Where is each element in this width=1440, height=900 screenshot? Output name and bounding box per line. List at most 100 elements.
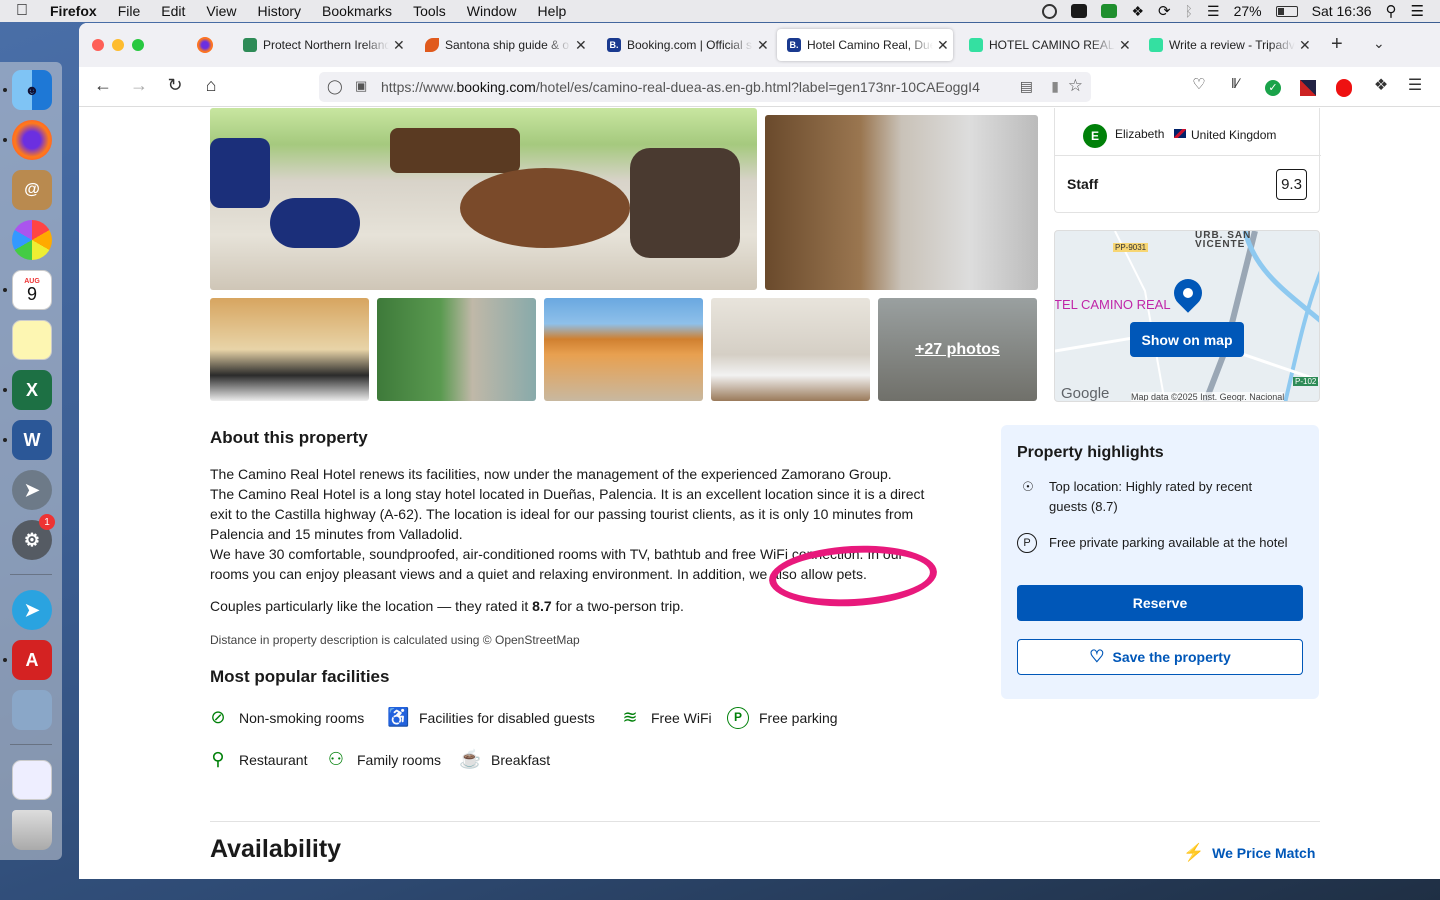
list-tabs-chevron-down-icon[interactable]: ⌄: [1373, 35, 1385, 52]
spotlight-search-icon[interactable]: ⚲: [1386, 2, 1397, 20]
bluetooth-icon[interactable]: ᛒ: [1185, 3, 1193, 19]
tab-booking-official[interactable]: B. Booking.com | Official s ✕: [597, 29, 769, 61]
tab-title: Protect Northern Ireland: [263, 38, 389, 52]
highlight-location: ☉ Top location: Highly rated by recent gu…: [1017, 477, 1307, 517]
facility-restaurant: ⚲ Restaurant: [207, 749, 307, 770]
firefox-icon[interactable]: [12, 120, 52, 160]
tab-santona-ship-guide[interactable]: Santona ship guide & o ✕: [415, 29, 587, 61]
chat-icon[interactable]: [1101, 4, 1118, 18]
couples-rating-text: Couples particularly like the location —…: [210, 598, 684, 614]
tab-title: Write a review - Tripadv: [1169, 38, 1295, 52]
booking-favicon-icon: B.: [607, 38, 621, 52]
extension-flag-icon[interactable]: [1300, 80, 1316, 96]
close-window-button[interactable]: [92, 39, 104, 51]
menu-view[interactable]: View: [206, 3, 236, 19]
minimize-window-button[interactable]: [112, 39, 124, 51]
pocket-icon[interactable]: ♡: [1187, 75, 1211, 93]
reviewer-country: United Kingdom: [1191, 128, 1277, 142]
reserve-button[interactable]: Reserve: [1017, 585, 1303, 621]
tab-hotel-camino-real-tripadvisor[interactable]: HOTEL CAMINO REAL - ✕: [959, 29, 1131, 61]
availability-heading: Availability: [210, 835, 342, 863]
acrobat-icon[interactable]: A: [12, 640, 52, 680]
gallery-thumb-terrace[interactable]: [544, 298, 703, 401]
wifi-icon[interactable]: ☰: [1207, 3, 1220, 20]
gallery-room-photo[interactable]: [765, 115, 1038, 290]
menu-bookmarks[interactable]: Bookmarks: [322, 3, 392, 19]
menu-window[interactable]: Window: [467, 3, 517, 19]
notes-icon[interactable]: [12, 320, 52, 360]
new-tab-plus-icon[interactable]: +: [1331, 33, 1343, 56]
zoom-window-button[interactable]: [132, 39, 144, 51]
gallery-thumb-bedroom[interactable]: [711, 298, 870, 401]
calendar-day: 9: [26, 283, 37, 304]
facility-free-parking: P Free parking: [727, 707, 838, 729]
dropbox-icon[interactable]: ❖: [1131, 3, 1144, 20]
gallery-more-photos[interactable]: +27 photos: [878, 298, 1037, 401]
library-icon[interactable]: ‖∕: [1223, 75, 1247, 91]
calendar-icon[interactable]: AUG 9: [12, 270, 52, 310]
telegram-icon[interactable]: ➤: [12, 590, 52, 630]
tab-protect-northern-ireland[interactable]: Protect Northern Ireland ✕: [233, 29, 405, 61]
b-app-icon[interactable]: [1071, 4, 1088, 18]
menu-history[interactable]: History: [257, 3, 301, 19]
gallery-thumb-bar[interactable]: [210, 298, 369, 401]
parking-icon: P: [1017, 533, 1037, 553]
firefox-view-icon[interactable]: [197, 37, 213, 53]
back-arrow-icon[interactable]: ←: [91, 75, 115, 96]
apple-icon[interactable]: : [16, 2, 36, 20]
close-tab-icon[interactable]: ✕: [393, 37, 405, 54]
gallery-main-photo[interactable]: [210, 108, 757, 290]
time-machine-icon[interactable]: ⟳: [1158, 2, 1171, 20]
reader-view-icon[interactable]: ▤: [1020, 78, 1033, 95]
excel-icon[interactable]: X: [12, 370, 52, 410]
opera-vpn-icon[interactable]: [1336, 79, 1352, 97]
home-icon[interactable]: ⌂: [199, 75, 223, 96]
clock[interactable]: Sat 16:36: [1312, 3, 1372, 19]
close-tab-icon[interactable]: ✕: [757, 37, 769, 54]
lock-icon[interactable]: ▣: [355, 78, 367, 94]
trash-icon[interactable]: [12, 810, 52, 850]
close-tab-icon[interactable]: ✕: [575, 37, 587, 54]
battery-icon[interactable]: [1275, 5, 1298, 17]
save-property-button[interactable]: ♡ Save the property: [1017, 639, 1303, 675]
family-icon: ⚇: [327, 749, 345, 769]
photos-icon[interactable]: [12, 220, 52, 260]
preview-icon[interactable]: [12, 690, 52, 730]
launchpad-icon[interactable]: ➤: [12, 470, 52, 510]
word-icon[interactable]: W: [12, 420, 52, 460]
close-tab-icon[interactable]: ✕: [1299, 37, 1311, 54]
extension-check-icon[interactable]: ✓: [1265, 80, 1281, 96]
address-bar[interactable]: ◯ ▣ https://www.booking.com/hotel/es/cam…: [319, 72, 1091, 102]
facility-free-wifi: ≋ Free WiFi: [619, 707, 711, 728]
price-match-link[interactable]: ⚡ We Price Match: [1183, 843, 1315, 863]
calendar-widget-icon[interactable]: [12, 760, 52, 800]
menu-edit[interactable]: Edit: [161, 3, 185, 19]
tracking-shield-icon[interactable]: ◯: [327, 78, 343, 95]
tab-hotel-camino-real-booking[interactable]: B. Hotel Camino Real, Due ✕: [777, 29, 953, 61]
control-center-icon[interactable]: ☰: [1411, 2, 1424, 20]
extensions-puzzle-icon[interactable]: ❖: [1369, 75, 1393, 95]
contacts-icon[interactable]: @: [12, 170, 52, 210]
forward-arrow-icon[interactable]: →: [127, 75, 151, 96]
menu-tools[interactable]: Tools: [413, 3, 446, 19]
bookmark-star-icon[interactable]: ☆: [1068, 76, 1083, 96]
show-on-map-button[interactable]: Show on map: [1130, 322, 1244, 357]
finder-icon[interactable]: ☻: [12, 70, 52, 110]
close-tab-icon[interactable]: ✕: [1119, 37, 1131, 54]
sofa-shape: [390, 128, 520, 173]
menu-app-name[interactable]: Firefox: [50, 3, 97, 19]
gallery-thumb-lounge[interactable]: [377, 298, 536, 401]
menu-help[interactable]: Help: [538, 3, 567, 19]
staff-score-badge: 9.3: [1276, 169, 1307, 200]
tab-write-review-tripadvisor[interactable]: Write a review - Tripadv ✕: [1139, 29, 1311, 61]
reload-icon[interactable]: ↻: [163, 75, 187, 96]
more-photos-link[interactable]: +27 photos: [915, 341, 1000, 359]
close-tab-icon[interactable]: ✕: [937, 37, 949, 54]
location-pin-icon: ☉: [1022, 479, 1034, 494]
hamburger-menu-icon[interactable]: ☰: [1403, 75, 1427, 95]
menu-file[interactable]: File: [118, 3, 141, 19]
location-map[interactable]: PP-9031 URB. SAN VICENTE TEL CAMINO REAL…: [1054, 230, 1320, 402]
vpn-icon[interactable]: [1042, 3, 1058, 19]
pip-icon[interactable]: ▮: [1051, 78, 1059, 95]
url-text[interactable]: https://www.booking.com/hotel/es/camino-…: [381, 79, 1001, 95]
